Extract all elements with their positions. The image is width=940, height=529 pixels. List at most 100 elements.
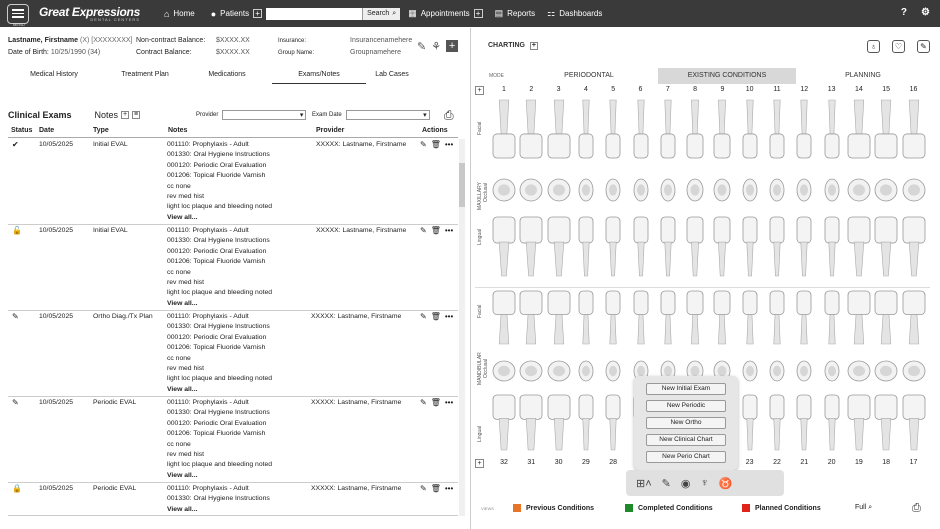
- tooth-number[interactable]: 5: [604, 86, 622, 93]
- add-patient-icon[interactable]: +: [253, 9, 263, 18]
- tooth-view-icon[interactable]: ♁: [867, 40, 880, 53]
- tooth-graphic[interactable]: [686, 98, 704, 160]
- mode-existing-conditions[interactable]: EXISTING CONDITIONS: [658, 68, 796, 84]
- edit-icon[interactable]: ✎: [420, 226, 427, 236]
- tooth-graphic[interactable]: [519, 98, 543, 160]
- tooth-graphic[interactable]: [824, 216, 840, 278]
- tooth-number[interactable]: 9: [713, 86, 731, 93]
- tooth-number[interactable]: 12: [795, 86, 813, 93]
- tooth-number[interactable]: 14: [850, 86, 868, 93]
- tooth-graphic[interactable]: [605, 216, 621, 278]
- view-all-link[interactable]: View all...: [167, 505, 270, 515]
- tooth-graphic[interactable]: [847, 358, 871, 384]
- tooth-graphic[interactable]: [492, 176, 516, 204]
- expand-upper-icon[interactable]: +: [475, 86, 484, 95]
- tooth-graphic[interactable]: [519, 358, 543, 384]
- tooth-graphic[interactable]: [633, 290, 649, 346]
- new-perio-chart-button[interactable]: New Perio Chart: [646, 451, 726, 463]
- tooth-graphic[interactable]: [686, 290, 704, 346]
- add-square-icon[interactable]: +: [446, 40, 459, 52]
- tooth-graphic[interactable]: [660, 176, 676, 204]
- tooth-graphic[interactable]: [660, 98, 676, 160]
- tooth-number[interactable]: 16: [905, 86, 923, 93]
- tooth-number[interactable]: 20: [823, 459, 841, 466]
- tooth-graphic[interactable]: [874, 358, 898, 384]
- tooth-graphic[interactable]: [796, 216, 812, 278]
- new-ortho-button[interactable]: New Ortho: [646, 417, 726, 429]
- tooth-graphic[interactable]: [578, 176, 594, 204]
- tooth-number[interactable]: 17: [905, 459, 923, 466]
- tooth-graphic[interactable]: [578, 216, 594, 278]
- tooth-graphic[interactable]: [769, 394, 785, 452]
- share-icon[interactable]: ⚘: [431, 40, 441, 53]
- tab-lab-cases[interactable]: Lab Cases: [366, 68, 418, 84]
- provider-select[interactable]: [222, 110, 307, 120]
- trash-icon[interactable]: 🗑: [431, 398, 441, 408]
- view-all-link[interactable]: View all...: [167, 471, 272, 481]
- print-icon[interactable]: ⎙: [444, 108, 454, 123]
- exam-date-select[interactable]: [345, 110, 430, 120]
- trash-icon[interactable]: 🗑: [431, 484, 441, 494]
- tooth-graphic[interactable]: [874, 290, 898, 346]
- tooth-graphic[interactable]: [796, 98, 812, 160]
- new-initial-exam-button[interactable]: New Initial Exam: [646, 383, 726, 395]
- table-row[interactable]: 🔒 10/05/2025 Periodic EVAL 001110: Prophyla…: [8, 483, 458, 516]
- tooth-graphic[interactable]: [713, 98, 731, 160]
- edit-icon[interactable]: ✎: [662, 477, 671, 490]
- table-row[interactable]: ✔ 10/05/2025 Initial EVAL 001110: Prophylax…: [8, 139, 458, 225]
- new-clinical-chart-button[interactable]: New Clinical Chart: [646, 434, 726, 446]
- tooth-graphic[interactable]: [578, 290, 594, 346]
- tooth-graphic[interactable]: [605, 176, 621, 204]
- tooth-graphic[interactable]: [742, 358, 758, 384]
- help-icon[interactable]: ?: [901, 7, 907, 18]
- tooth-graphic[interactable]: [492, 358, 516, 384]
- tab-medications[interactable]: Medications: [182, 68, 272, 84]
- more-icon[interactable]: •••: [445, 398, 453, 408]
- tooth-number[interactable]: 1: [495, 86, 513, 93]
- tooth-number[interactable]: 19: [850, 459, 868, 466]
- tooth-graphic[interactable]: [492, 216, 516, 278]
- tooth-graphic[interactable]: [902, 290, 926, 346]
- tooth-graphic[interactable]: [874, 98, 898, 160]
- tooth-graphic[interactable]: [902, 394, 926, 452]
- tooth-number[interactable]: 31: [522, 459, 540, 466]
- tooth-graphic[interactable]: [847, 98, 871, 160]
- tooth-number[interactable]: 28: [604, 459, 622, 466]
- tab-medical-history[interactable]: Medical History: [0, 68, 108, 84]
- tooth-graphic[interactable]: [519, 216, 543, 278]
- implant-icon[interactable]: ♆: [700, 477, 708, 489]
- tooth-number[interactable]: 23: [741, 459, 759, 466]
- tooth-graphic[interactable]: [902, 98, 926, 160]
- tooth-graphic[interactable]: [824, 290, 840, 346]
- tooth-graphic[interactable]: [519, 290, 543, 346]
- tooth-graphic[interactable]: [519, 176, 543, 204]
- search-button[interactable]: Search ⌕: [362, 7, 401, 20]
- puzzle-icon[interactable]: ✎: [417, 40, 426, 53]
- tooth-number[interactable]: 3: [550, 86, 568, 93]
- tooth-icon[interactable]: ♉: [719, 477, 733, 490]
- nav-reports[interactable]: ▤ Reports: [495, 8, 536, 19]
- add-chart-icon[interactable]: +: [529, 42, 538, 50]
- view-all-link[interactable]: View all...: [167, 299, 272, 309]
- tooth-graphic[interactable]: [847, 216, 871, 278]
- tooth-number[interactable]: 6: [632, 86, 650, 93]
- tooth-number[interactable]: 7: [659, 86, 677, 93]
- tooth-graphic[interactable]: [742, 290, 758, 346]
- tooth-graphic[interactable]: [660, 290, 676, 346]
- tooth-graphic[interactable]: [769, 216, 785, 278]
- tooth-graphic[interactable]: [713, 290, 731, 346]
- tooth-graphic[interactable]: [874, 394, 898, 452]
- tooth-number[interactable]: 13: [823, 86, 841, 93]
- tooth-graphic[interactable]: [796, 358, 812, 384]
- edit-icon[interactable]: ✎: [420, 312, 427, 322]
- tooth-number[interactable]: 15: [877, 86, 895, 93]
- tooth-graphic[interactable]: [547, 98, 571, 160]
- edit-icon[interactable]: ✎: [420, 140, 427, 150]
- scroll-thumb[interactable]: [459, 163, 465, 207]
- tooth-graphic[interactable]: [824, 358, 840, 384]
- tooth-graphic[interactable]: [492, 98, 516, 160]
- tooth-graphic[interactable]: [547, 176, 571, 204]
- menu-button[interactable]: [7, 3, 29, 24]
- view-all-link[interactable]: View all...: [167, 213, 272, 223]
- tooth-graphic[interactable]: [796, 176, 812, 204]
